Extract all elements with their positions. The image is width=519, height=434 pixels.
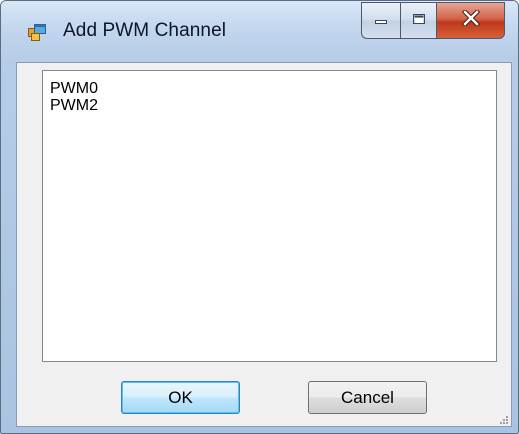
list-item[interactable]: PWM0 [50, 80, 496, 97]
list-item[interactable]: PWM2 [50, 97, 496, 114]
window-title: Add PWM Channel [63, 20, 227, 41]
minimize-button[interactable] [361, 2, 400, 39]
channel-listbox[interactable]: PWM0 PWM2 [42, 70, 497, 362]
title-bar[interactable]: Add PWM Channel [1, 1, 518, 63]
cancel-button[interactable]: Cancel [308, 381, 427, 414]
form-app-icon [28, 24, 46, 41]
add-pwm-channel-dialog: Add PWM Channel PWM0 PWM2 OK Cancel [0, 0, 519, 434]
ok-button[interactable]: OK [121, 381, 240, 414]
close-button[interactable] [436, 2, 505, 39]
maximize-button[interactable] [400, 2, 436, 39]
dialog-client-area: PWM0 PWM2 OK Cancel [16, 62, 512, 427]
close-icon [461, 8, 480, 31]
caption-buttons [361, 2, 505, 39]
maximize-icon [412, 12, 426, 30]
minimize-icon [374, 12, 388, 30]
resize-grip-icon[interactable] [498, 413, 508, 424]
